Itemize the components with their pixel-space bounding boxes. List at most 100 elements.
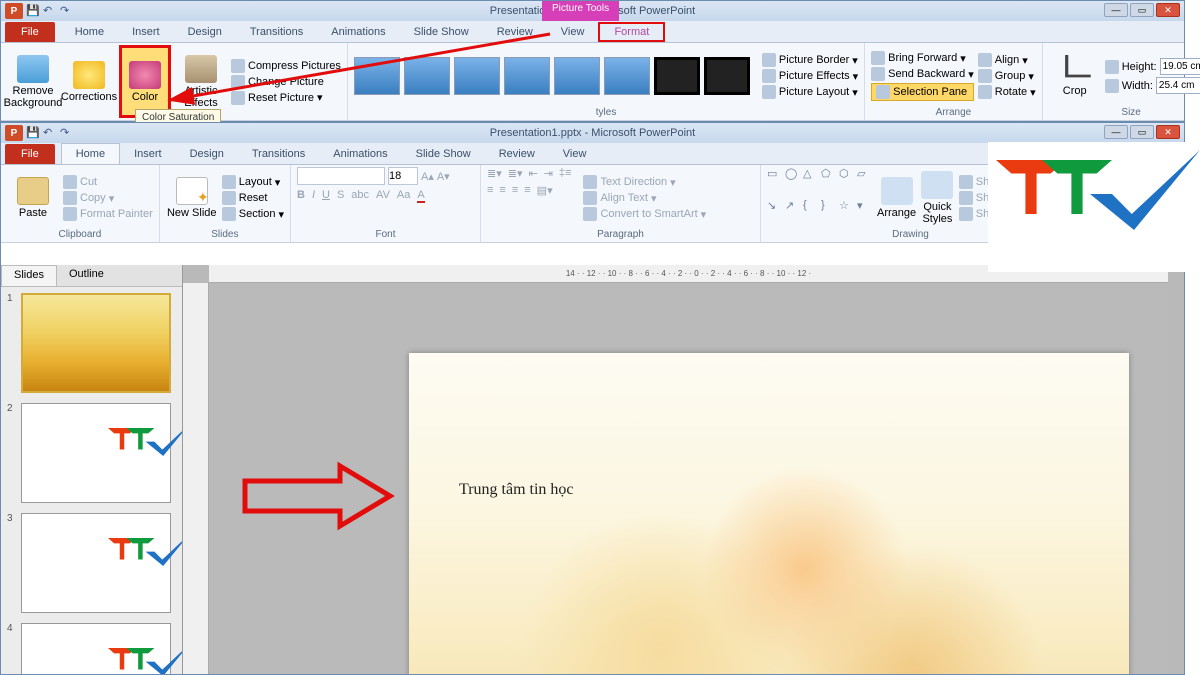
redo-icon[interactable]: ↷: [60, 126, 74, 140]
send-backward-button[interactable]: Send Backward ▾: [871, 67, 974, 81]
tab-view-1[interactable]: View: [547, 22, 599, 42]
slide-thumb-2[interactable]: [21, 403, 171, 503]
tab-slideshow-1[interactable]: Slide Show: [400, 22, 483, 42]
crop-button[interactable]: Crop: [1049, 45, 1101, 107]
font-family-input[interactable]: [297, 167, 385, 185]
cut-button[interactable]: Cut: [63, 175, 153, 189]
strikethrough-button[interactable]: S: [337, 189, 344, 203]
tab-slideshow-2[interactable]: Slide Show: [402, 144, 485, 164]
picture-layout-button[interactable]: Picture Layout ▾: [762, 85, 858, 99]
italic-button[interactable]: I: [312, 189, 315, 203]
tab-review-2[interactable]: Review: [485, 144, 549, 164]
slides-tab[interactable]: Slides: [1, 265, 57, 286]
tab-file-2[interactable]: File: [5, 144, 55, 164]
width-input[interactable]: [1156, 77, 1200, 94]
change-case-button[interactable]: Aa: [397, 189, 410, 203]
artistic-effects-button[interactable]: Artistic Effects: [175, 45, 227, 118]
slide-title-text[interactable]: Trung tâm tin học: [459, 481, 574, 499]
undo-icon[interactable]: ↶: [43, 126, 57, 140]
minimize-button[interactable]: —: [1104, 3, 1128, 17]
tab-insert-2[interactable]: Insert: [120, 144, 176, 164]
tab-animations-2[interactable]: Animations: [319, 144, 401, 164]
grow-font-icon[interactable]: A▴: [421, 170, 434, 183]
convert-smartart-button[interactable]: Convert to SmartArt ▾: [583, 207, 706, 221]
selection-pane-button[interactable]: Selection Pane: [871, 83, 974, 101]
align-right-button[interactable]: ≡: [512, 184, 518, 197]
height-input[interactable]: [1160, 58, 1200, 75]
style-thumb[interactable]: [504, 57, 550, 95]
style-thumb[interactable]: [604, 57, 650, 95]
close-button[interactable]: ✕: [1156, 125, 1180, 139]
style-thumb[interactable]: [404, 57, 450, 95]
format-painter-button[interactable]: Format Painter: [63, 207, 153, 221]
style-thumb[interactable]: [704, 57, 750, 95]
shapes-gallery[interactable]: ▭◯△⬠⬡▱ ↘↗{}☆▾: [767, 167, 873, 229]
copy-button[interactable]: Copy ▾: [63, 191, 153, 205]
tab-view-2[interactable]: View: [549, 144, 601, 164]
tab-design-2[interactable]: Design: [176, 144, 238, 164]
reset-button[interactable]: Reset: [222, 191, 284, 205]
save-icon[interactable]: 💾: [26, 126, 40, 140]
tab-design-1[interactable]: Design: [174, 22, 236, 42]
new-slide-button[interactable]: ✦New Slide: [166, 167, 218, 229]
undo-icon[interactable]: ↶: [43, 4, 57, 18]
font-size-input[interactable]: [388, 167, 418, 185]
corrections-button[interactable]: Corrections: [63, 45, 115, 118]
tab-format[interactable]: Format: [598, 22, 665, 42]
close-button[interactable]: ✕: [1156, 3, 1180, 17]
paste-button[interactable]: Paste: [7, 167, 59, 229]
slide-thumb-4[interactable]: [21, 623, 171, 674]
align-text-button[interactable]: Align Text ▾: [583, 191, 706, 205]
shadow-button[interactable]: abc: [351, 189, 369, 203]
shrink-font-icon[interactable]: A▾: [437, 170, 450, 183]
redo-icon[interactable]: ↷: [60, 4, 74, 18]
underline-button[interactable]: U: [322, 189, 330, 203]
style-thumb[interactable]: [354, 57, 400, 95]
minimize-button[interactable]: —: [1104, 125, 1128, 139]
line-spacing-button[interactable]: ‡≡: [559, 167, 572, 180]
powerpoint-icon[interactable]: P: [5, 3, 23, 19]
change-picture-button[interactable]: Change Picture: [231, 75, 341, 89]
tab-animations-1[interactable]: Animations: [317, 22, 399, 42]
tab-transitions-2[interactable]: Transitions: [238, 144, 319, 164]
decrease-indent-button[interactable]: ⇤: [528, 167, 537, 180]
group-button[interactable]: Group ▾: [978, 69, 1036, 83]
numbering-button[interactable]: ≣▾: [508, 167, 523, 180]
picture-effects-button[interactable]: Picture Effects ▾: [762, 69, 858, 83]
powerpoint-icon[interactable]: P: [5, 125, 23, 141]
tab-review-1[interactable]: Review: [483, 22, 547, 42]
layout-button[interactable]: Layout ▾: [222, 175, 284, 189]
font-color-button[interactable]: A: [417, 189, 424, 203]
quick-styles-button[interactable]: Quick Styles: [920, 167, 955, 229]
tab-insert-1[interactable]: Insert: [118, 22, 174, 42]
align-button[interactable]: Align ▾: [978, 53, 1036, 67]
bold-button[interactable]: B: [297, 189, 305, 203]
slide-thumbnails[interactable]: 1 2 3 4: [1, 287, 182, 674]
slide-stage[interactable]: Trung tâm tin học: [209, 283, 1168, 674]
slide-thumb-1[interactable]: [21, 293, 171, 393]
tab-home-2[interactable]: Home: [61, 143, 120, 164]
current-slide[interactable]: Trung tâm tin học: [409, 353, 1129, 674]
align-left-button[interactable]: ≡: [487, 184, 493, 197]
text-direction-button[interactable]: Text Direction ▾: [583, 175, 706, 189]
slide-thumb-3[interactable]: [21, 513, 171, 613]
align-center-button[interactable]: ≡: [499, 184, 505, 197]
maximize-button[interactable]: ▭: [1130, 125, 1154, 139]
arrange-button[interactable]: Arrange: [877, 167, 916, 229]
save-icon[interactable]: 💾: [26, 4, 40, 18]
color-button[interactable]: Color: [119, 45, 171, 118]
justify-button[interactable]: ≡: [524, 184, 530, 197]
maximize-button[interactable]: ▭: [1130, 3, 1154, 17]
picture-styles-gallery[interactable]: [354, 45, 750, 107]
tab-file-1[interactable]: File: [5, 22, 55, 42]
bullets-button[interactable]: ≣▾: [487, 167, 502, 180]
style-thumb[interactable]: [454, 57, 500, 95]
picture-border-button[interactable]: Picture Border ▾: [762, 53, 858, 67]
char-spacing-button[interactable]: AV: [376, 189, 390, 203]
compress-pictures-button[interactable]: Compress Pictures: [231, 59, 341, 73]
tab-home-1[interactable]: Home: [61, 22, 118, 42]
reset-picture-button[interactable]: Reset Picture ▾: [231, 91, 341, 105]
remove-background-button[interactable]: Remove Background: [7, 45, 59, 118]
increase-indent-button[interactable]: ⇥: [544, 167, 553, 180]
columns-button[interactable]: ▤▾: [537, 184, 553, 197]
